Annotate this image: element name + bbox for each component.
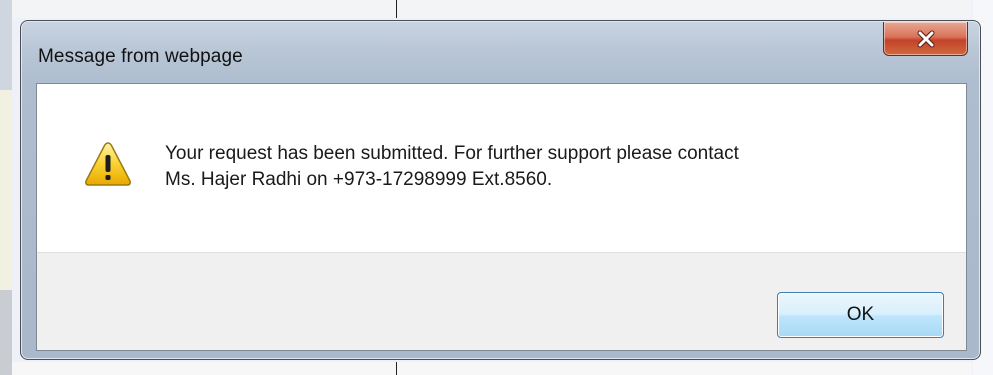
background-divider <box>396 0 397 18</box>
message-line: Ms. Hajer Radhi on +973-17298999 Ext.856… <box>165 169 553 190</box>
background-page-top <box>12 0 972 18</box>
dialog-content: Your request has been submitted. For fur… <box>37 84 966 252</box>
dialog-titlebar[interactable]: Message from webpage <box>21 21 980 83</box>
close-button[interactable] <box>883 22 968 56</box>
message-line: Your request has been submitted. For fur… <box>165 143 739 164</box>
background-divider <box>396 362 397 375</box>
close-icon <box>917 30 934 47</box>
message-dialog: Message from webpage Your request has be… <box>20 20 981 360</box>
dialog-client-area: Your request has been submitted. For fur… <box>36 83 967 351</box>
dialog-title: Message from webpage <box>38 46 243 67</box>
background-page-bottom <box>12 362 972 375</box>
dialog-footer: OK <box>37 252 966 350</box>
warning-icon <box>85 142 131 186</box>
background-page-left <box>0 0 12 375</box>
dialog-message: Your request has been submitted. For fur… <box>165 141 925 193</box>
ok-button[interactable]: OK <box>777 292 944 338</box>
screen: Message from webpage Your request has be… <box>0 0 993 375</box>
